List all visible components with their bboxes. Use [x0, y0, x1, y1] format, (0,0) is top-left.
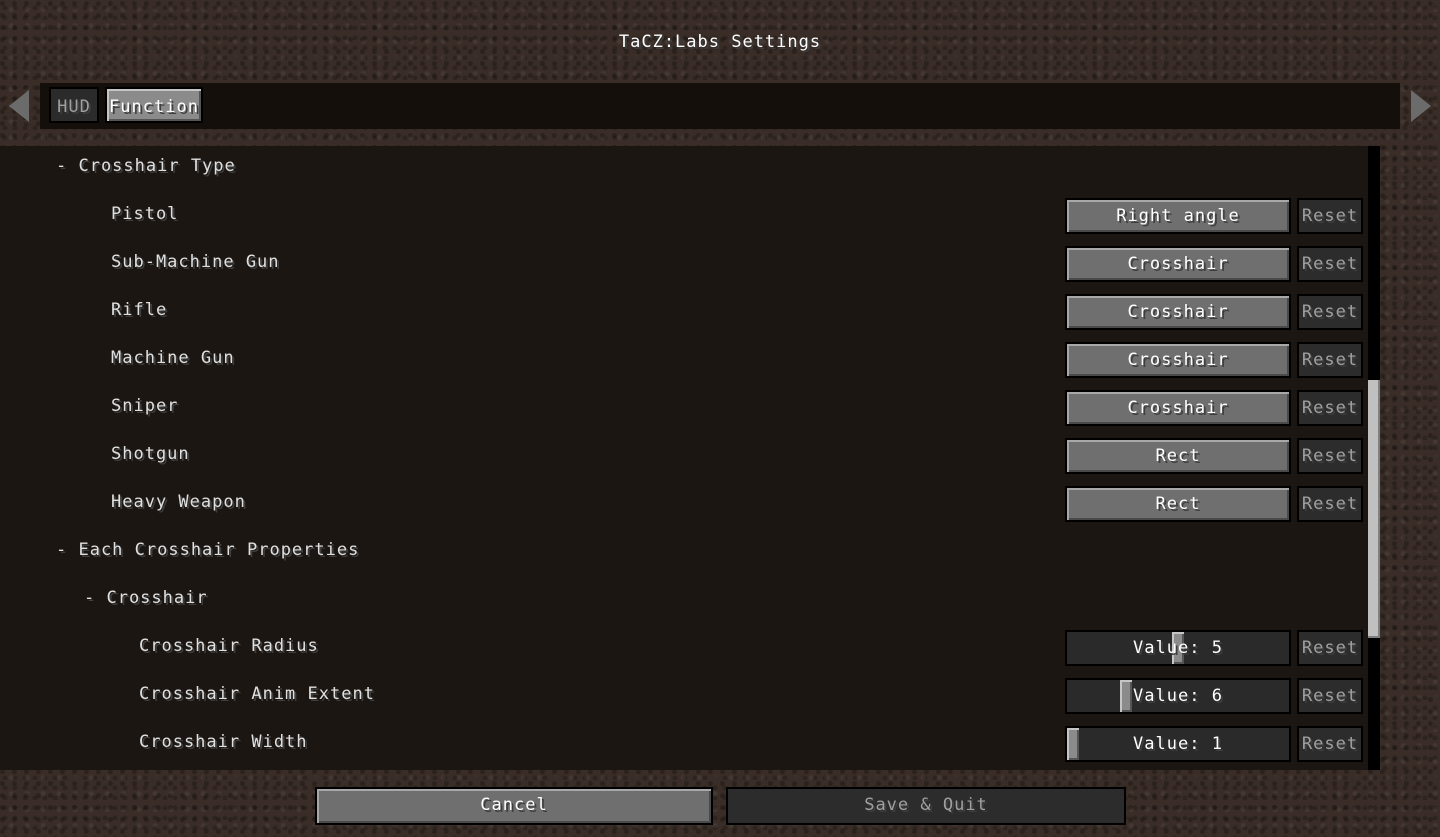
value-slider[interactable]: Value: 1	[1065, 726, 1291, 762]
option-value-button[interactable]: Rect	[1065, 486, 1291, 522]
reset-button[interactable]: Reset	[1297, 678, 1363, 714]
option-value-button[interactable]: Crosshair	[1065, 246, 1291, 282]
option-label: Rifle	[111, 300, 168, 320]
option-value-button[interactable]: Crosshair	[1065, 342, 1291, 378]
tab-hud[interactable]: HUD	[49, 87, 99, 123]
section-crosshair-type[interactable]: - Crosshair Type	[56, 156, 236, 176]
section-crosshair[interactable]: - Crosshair	[84, 588, 208, 608]
tab-bar	[40, 83, 1400, 129]
value-slider[interactable]: Value: 6	[1065, 678, 1291, 714]
reset-button[interactable]: Reset	[1297, 438, 1363, 474]
reset-button[interactable]: Reset	[1297, 294, 1363, 330]
option-value-button[interactable]: Rect	[1065, 438, 1291, 474]
option-label: Pistol	[111, 204, 179, 224]
reset-button[interactable]: Reset	[1297, 342, 1363, 378]
save-quit-button[interactable]: Save & Quit	[726, 787, 1126, 825]
slider-value: Value: 1	[1133, 734, 1223, 754]
slider-knob[interactable]	[1120, 680, 1132, 712]
reset-button[interactable]: Reset	[1297, 390, 1363, 426]
reset-button[interactable]: Reset	[1297, 486, 1363, 522]
option-value-button[interactable]: Crosshair	[1065, 294, 1291, 330]
reset-button[interactable]: Reset	[1297, 198, 1363, 234]
scrollbar-thumb[interactable]	[1368, 380, 1380, 638]
slider-label: Crosshair Anim Extent	[139, 684, 375, 704]
option-label: Sub-Machine Gun	[111, 252, 280, 272]
option-value-button[interactable]: Right angle	[1065, 198, 1291, 234]
option-label: Heavy Weapon	[111, 492, 246, 512]
slider-value: Value: 6	[1133, 686, 1223, 706]
settings-list: - Crosshair Type Pistol Right angle Rese…	[0, 146, 1380, 770]
option-label: Sniper	[111, 396, 179, 416]
cancel-button[interactable]: Cancel	[315, 787, 713, 825]
section-each-crosshair-properties[interactable]: - Each Crosshair Properties	[56, 540, 359, 560]
slider-label: Crosshair Radius	[139, 636, 319, 656]
arrow-right-icon[interactable]	[1411, 90, 1431, 122]
slider-label: Crosshair Width	[139, 732, 308, 752]
option-label: Machine Gun	[111, 348, 235, 368]
tab-function[interactable]: Function	[105, 87, 203, 123]
reset-button[interactable]: Reset	[1297, 630, 1363, 666]
slider-knob[interactable]	[1067, 728, 1079, 760]
reset-button[interactable]: Reset	[1297, 246, 1363, 282]
page-title: TaCZ:Labs Settings	[618, 32, 822, 52]
option-value-button[interactable]: Crosshair	[1065, 390, 1291, 426]
option-label: Shotgun	[111, 444, 190, 464]
value-slider[interactable]: Value: 5	[1065, 630, 1291, 666]
reset-button[interactable]: Reset	[1297, 726, 1363, 762]
arrow-left-icon[interactable]	[9, 90, 29, 122]
slider-value: Value: 5	[1133, 638, 1223, 658]
